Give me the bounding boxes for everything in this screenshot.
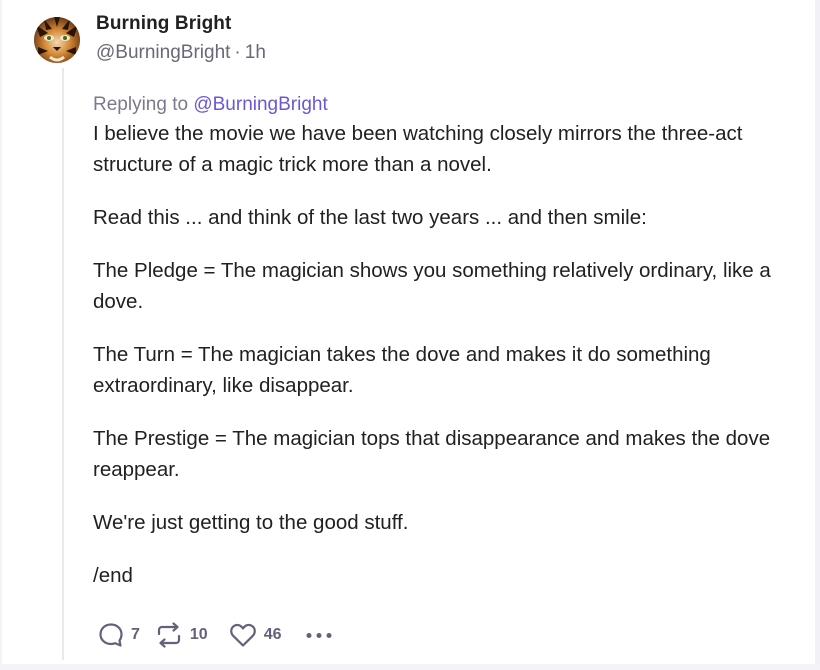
speech-bubble-icon (99, 623, 123, 647)
recast-count: 10 (189, 626, 208, 643)
reply-context: Replying to @BurningBright (93, 94, 328, 116)
post-actions: 7 10 46 (97, 620, 334, 650)
meta-separator: · (234, 42, 241, 63)
more-options-button[interactable] (304, 621, 334, 649)
avatar[interactable] (34, 17, 80, 63)
reply-prefix: Replying to (93, 94, 189, 115)
author-handle[interactable]: @BurningBright (96, 42, 230, 63)
bottom-border (0, 664, 820, 670)
post-paragraph: Read this ... and think of the last two … (93, 206, 647, 229)
post-paragraph: I believe the movie we have been watchin… (93, 122, 743, 176)
like-button[interactable]: 46 (228, 621, 282, 649)
tiger-avatar-image (34, 17, 80, 63)
author-meta: @BurningBright · 1h (96, 42, 266, 64)
post-body: I believe the movie we have been watchin… (93, 118, 783, 613)
recast-arrows-icon (157, 622, 181, 648)
like-count: 46 (263, 626, 282, 643)
post-paragraph: The Prestige = The magician tops that di… (93, 427, 771, 481)
thread-connector-line (62, 68, 64, 660)
post-timestamp[interactable]: 1h (245, 42, 266, 63)
reply-count: 7 (131, 626, 140, 643)
post-paragraph: The Pledge = The magician shows you some… (93, 259, 771, 313)
reply-button[interactable]: 7 (97, 621, 140, 649)
post-paragraph: /end (93, 564, 133, 587)
heart-icon (229, 623, 256, 647)
recast-button[interactable]: 10 (154, 621, 208, 649)
left-edge (0, 0, 2, 670)
more-dots-icon (306, 633, 331, 638)
post-paragraph: The Turn = The magician takes the dove a… (93, 343, 711, 397)
right-scroll-edge (815, 0, 820, 670)
author-display-name[interactable]: Burning Bright (96, 13, 231, 35)
reply-target-link[interactable]: @BurningBright (193, 94, 327, 115)
post-paragraph: We're just getting to the good stuff. (93, 511, 409, 534)
